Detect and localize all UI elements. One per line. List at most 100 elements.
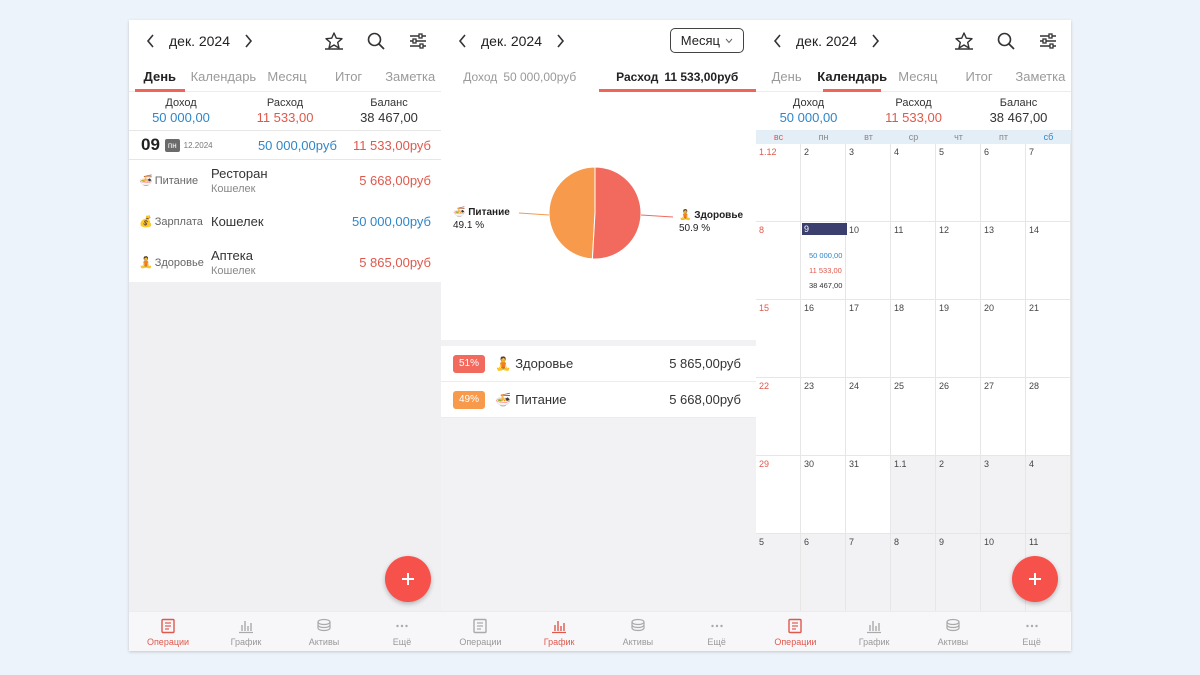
calendar-day-cell[interactable]: 8 [756, 222, 801, 300]
book-icon [788, 618, 803, 633]
calendar-day-cell[interactable]: 4 [891, 144, 936, 222]
favorites-button[interactable] [951, 28, 977, 54]
calendar-day-cell[interactable]: 23 [801, 378, 846, 456]
transaction-row[interactable]: 🧘 Здоровье Аптека Кошелек 5 865,00руб [129, 242, 441, 283]
nav-more-label: Ещё [1022, 636, 1041, 647]
month-label[interactable]: дек. 2024 [790, 33, 863, 49]
calendar-day-cell[interactable]: 29 [756, 456, 801, 534]
prev-month-button[interactable] [451, 29, 475, 53]
calendar-day-cell[interactable]: 3 [981, 456, 1026, 534]
nav-more[interactable]: Ещё [677, 612, 756, 651]
calendar-day-cell[interactable]: 21 [1026, 300, 1071, 378]
calendar-day-cell[interactable]: 2 [936, 456, 981, 534]
add-transaction-button[interactable] [385, 556, 431, 602]
next-month-button[interactable] [236, 29, 260, 53]
filter-button[interactable] [1035, 28, 1061, 54]
search-button[interactable] [363, 28, 389, 54]
calendar-day-cell[interactable]: 22 [756, 378, 801, 456]
tab-total[interactable]: Итог [948, 62, 1009, 91]
calendar-day-cell[interactable]: 4 [1026, 456, 1071, 534]
calendar-day-cell[interactable]: 14 [1026, 222, 1071, 300]
nav-assets[interactable]: Активы [285, 612, 363, 651]
calendar-day-cell[interactable]: 6 [981, 144, 1026, 222]
filter-button[interactable] [405, 28, 431, 54]
tab-day[interactable]: День [129, 62, 191, 92]
search-button[interactable] [993, 28, 1019, 54]
nav-chart[interactable]: График [835, 612, 914, 651]
next-month-button[interactable] [863, 29, 887, 53]
nav-operations[interactable]: Операции [441, 612, 520, 651]
add-transaction-button[interactable] [1012, 556, 1058, 602]
nav-more[interactable]: Ещё [992, 612, 1071, 651]
period-select[interactable]: Месяц [669, 28, 744, 53]
nav-operations[interactable]: Операции [129, 612, 207, 651]
calendar-day-cell[interactable]: 20 [981, 300, 1026, 378]
tab-calendar[interactable]: Календарь [191, 62, 257, 91]
calendar-day-cell[interactable]: 30 [801, 456, 846, 534]
pie-slice-health[interactable] [591, 166, 642, 260]
calendar-day-cell[interactable]: 1.12 [756, 144, 801, 222]
nav-operations-label: Операции [459, 636, 502, 647]
tab-expense[interactable]: Расход 11 533,00руб [598, 62, 757, 92]
nav-more[interactable]: Ещё [363, 612, 441, 651]
calendar-day-cell[interactable]: 7 [846, 534, 891, 612]
tab-note[interactable]: Заметка [379, 62, 441, 91]
calendar-day-cell[interactable]: 2 [801, 144, 846, 222]
calendar-day-cell[interactable]: 7 [1026, 144, 1071, 222]
calendar-day-number: 21 [1029, 303, 1040, 313]
calendar-day-cell[interactable]: 11 [891, 222, 936, 300]
calendar-day-cell[interactable]: 5 [756, 534, 801, 612]
calendar-day-cell[interactable]: 10 [846, 222, 891, 300]
prev-month-button[interactable] [766, 29, 790, 53]
prev-month-button[interactable] [139, 29, 163, 53]
calendar-day-cell[interactable]: 15 [756, 300, 801, 378]
calendar-day-cell[interactable]: 28 [1026, 378, 1071, 456]
calendar-day-cell[interactable]: 9 [936, 534, 981, 612]
tab-month[interactable]: Месяц [256, 62, 318, 91]
favorites-button[interactable] [321, 28, 347, 54]
tab-income[interactable]: Доход 50 000,00руб [441, 62, 599, 92]
nav-assets[interactable]: Активы [599, 612, 678, 651]
next-month-button[interactable] [548, 29, 572, 53]
calendar-day-cell[interactable]: 19 [936, 300, 981, 378]
weekday-label: пт [999, 132, 1008, 142]
chevron-left-icon [773, 34, 781, 48]
calendar-day-cell[interactable]: 31 [846, 456, 891, 534]
calendar-day-cell[interactable]: 1.1 [891, 456, 936, 534]
nav-assets[interactable]: Активы [914, 612, 993, 651]
category-row[interactable]: 49% 🍜 Питание 5 668,00руб [441, 382, 756, 418]
calendar-day-number: 29 [759, 459, 770, 469]
calendar-day-cell[interactable]: 25 [891, 378, 936, 456]
calendar-day-cell[interactable]: 12 [936, 222, 981, 300]
transaction-row[interactable]: 🍜 Питание Ресторан Кошелек 5 668,00руб [129, 160, 441, 201]
nav-chart[interactable]: График [207, 612, 285, 651]
calendar-day-cell[interactable]: 27 [981, 378, 1026, 456]
month-label[interactable]: дек. 2024 [475, 33, 548, 49]
calendar-day-cell[interactable]: 16 [801, 300, 846, 378]
calendar-day-cell[interactable]: 5 [936, 144, 981, 222]
calendar-day-cell[interactable]: 24 [846, 378, 891, 456]
month-label[interactable]: дек. 2024 [163, 33, 236, 49]
calendar-day-cell[interactable]: 18 [891, 300, 936, 378]
calendar-day-cell[interactable]: 8 [891, 534, 936, 612]
nav-chart[interactable]: График [520, 612, 599, 651]
tab-expense-label: Расход [616, 70, 659, 84]
tab-month[interactable]: Месяц [887, 62, 948, 91]
tab-note[interactable]: Заметка [1010, 62, 1071, 91]
calendar-day-cell[interactable]: 26 [936, 378, 981, 456]
transaction-category: 🧘 Здоровье [139, 256, 211, 270]
calendar-day-cell[interactable]: 9 50 000,00 11 533,00 38 467,00 [801, 222, 847, 300]
tab-day[interactable]: День [756, 62, 817, 91]
pie-slice-food[interactable] [548, 166, 596, 260]
calendar-day-cell[interactable]: 6 [801, 534, 846, 612]
tab-calendar[interactable]: Календарь [817, 62, 887, 92]
transaction-row[interactable]: 💰 Зарплата Кошелек 50 000,00руб [129, 201, 441, 242]
calendar-day-cell[interactable]: 3 [846, 144, 891, 222]
category-row[interactable]: 51% 🧘 Здоровье 5 865,00руб [441, 346, 756, 382]
day-number: 09 [141, 135, 160, 154]
calendar-day-cell[interactable]: 17 [846, 300, 891, 378]
day-header[interactable]: 09 пн 12.2024 50 000,00руб 11 533,00руб [129, 130, 441, 160]
calendar-day-cell[interactable]: 13 [981, 222, 1026, 300]
nav-operations[interactable]: Операции [756, 612, 835, 651]
tab-total[interactable]: Итог [318, 62, 380, 91]
